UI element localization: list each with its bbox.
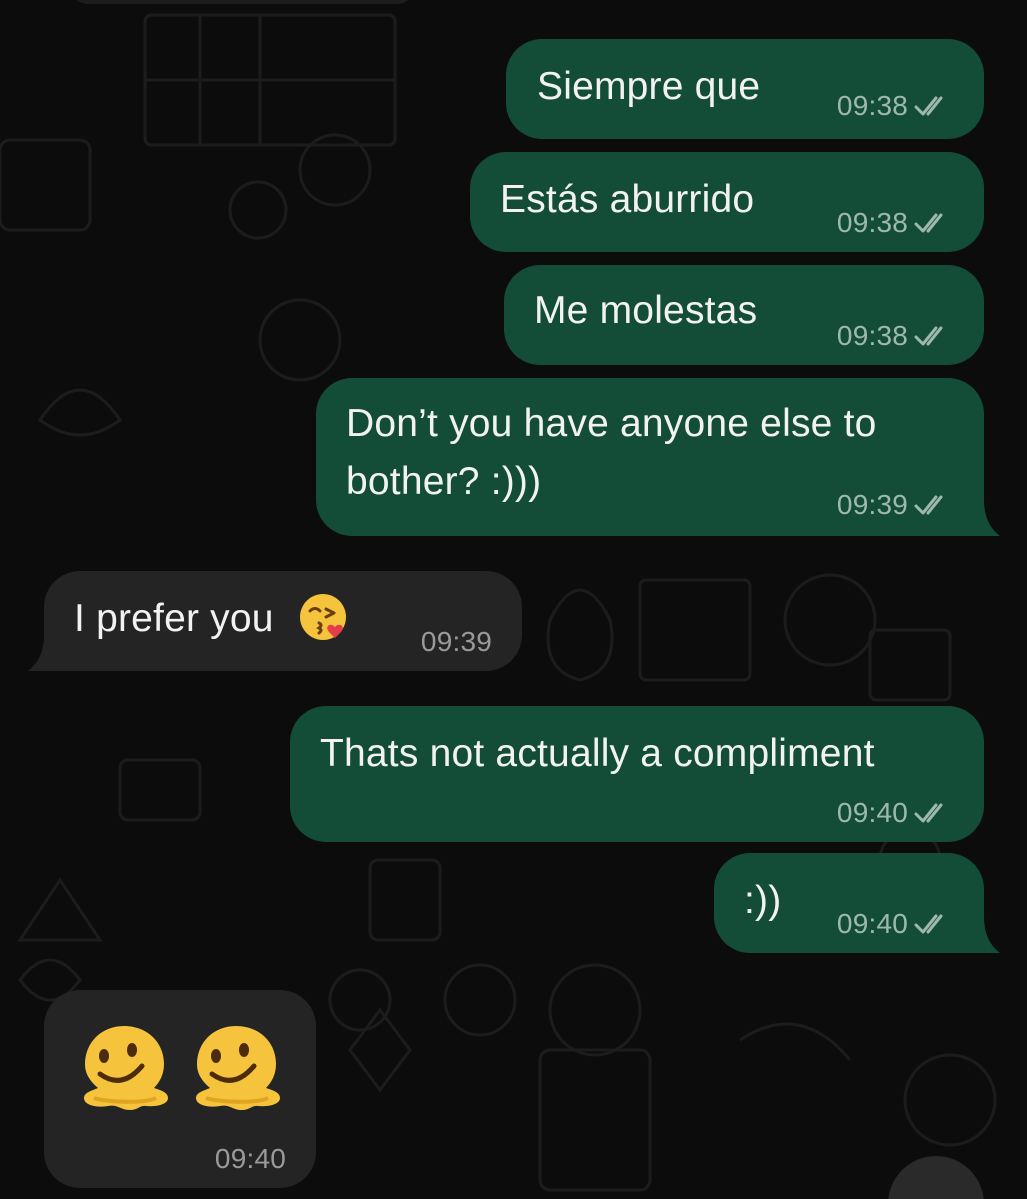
message-text-content: I prefer you (74, 597, 274, 640)
message-time: 09:39 (836, 489, 908, 520)
message-time: 09:40 (214, 1143, 286, 1174)
scroll-to-bottom-button[interactable] (888, 1156, 984, 1199)
bubble-tail (974, 917, 1000, 953)
message-text: :)) (744, 879, 782, 922)
message-meta: 09:38 (837, 321, 954, 351)
message-time: 09:38 (836, 320, 908, 351)
bubble-tail (28, 635, 54, 671)
message-meta: 09:39 (837, 490, 954, 520)
previous-message-edge (70, 0, 415, 4)
chat-view: Siempre que 09:38 Estás aburrido 09:38 M… (0, 0, 1027, 1199)
message-time: 09:39 (420, 626, 492, 657)
message-bubble-outgoing[interactable]: Estás aburrido 09:38 (470, 152, 984, 252)
message-bubble-outgoing[interactable]: :)) 09:40 (714, 853, 984, 953)
message-text: Thats not actually a compliment (320, 732, 875, 775)
message-text: Estás aburrido (500, 178, 755, 221)
message-text: I prefer you (74, 591, 349, 647)
message-text: Siempre que (537, 65, 761, 108)
message-text-line-1: Don’t you have anyone else to (346, 402, 877, 445)
message-time: 09:40 (836, 797, 908, 828)
read-receipt-icon (914, 495, 943, 515)
message-time: 09:40 (836, 908, 908, 939)
read-receipt-icon (914, 803, 943, 823)
message-bubble-incoming[interactable]: I prefer you 09:39 (44, 571, 522, 671)
message-bubble-outgoing[interactable]: Siempre que 09:38 (506, 39, 984, 139)
message-bubble-incoming[interactable]: 09:40 (44, 990, 316, 1188)
message-time: 09:38 (836, 207, 908, 238)
message-bubble-outgoing[interactable]: Me molestas 09:38 (504, 265, 984, 365)
melting-face-emoji-icon (196, 1026, 280, 1110)
read-receipt-icon (914, 914, 943, 934)
message-meta: 09:38 (837, 208, 954, 238)
bubble-tail (974, 500, 1000, 536)
message-meta: 09:40 (215, 1144, 286, 1174)
read-receipt-icon (914, 326, 943, 346)
message-meta: 09:40 (837, 909, 954, 939)
message-text: Me molestas (534, 289, 758, 332)
read-receipt-icon (914, 96, 943, 116)
message-meta: 09:40 (837, 798, 954, 828)
message-time: 09:38 (836, 90, 908, 121)
melting-face-emoji-icon (84, 1026, 168, 1110)
message-text-line-2: bother? :))) (346, 460, 542, 503)
message-bubble-outgoing[interactable]: Thats not actually a compliment 09:40 (290, 706, 984, 842)
face-blowing-a-kiss-emoji-icon (299, 593, 346, 640)
message-bubble-outgoing[interactable]: Don’t you have anyone else to bother? :)… (316, 378, 984, 536)
read-receipt-icon (914, 213, 943, 233)
message-meta: 09:38 (837, 91, 954, 121)
message-meta: 09:39 (421, 627, 492, 657)
